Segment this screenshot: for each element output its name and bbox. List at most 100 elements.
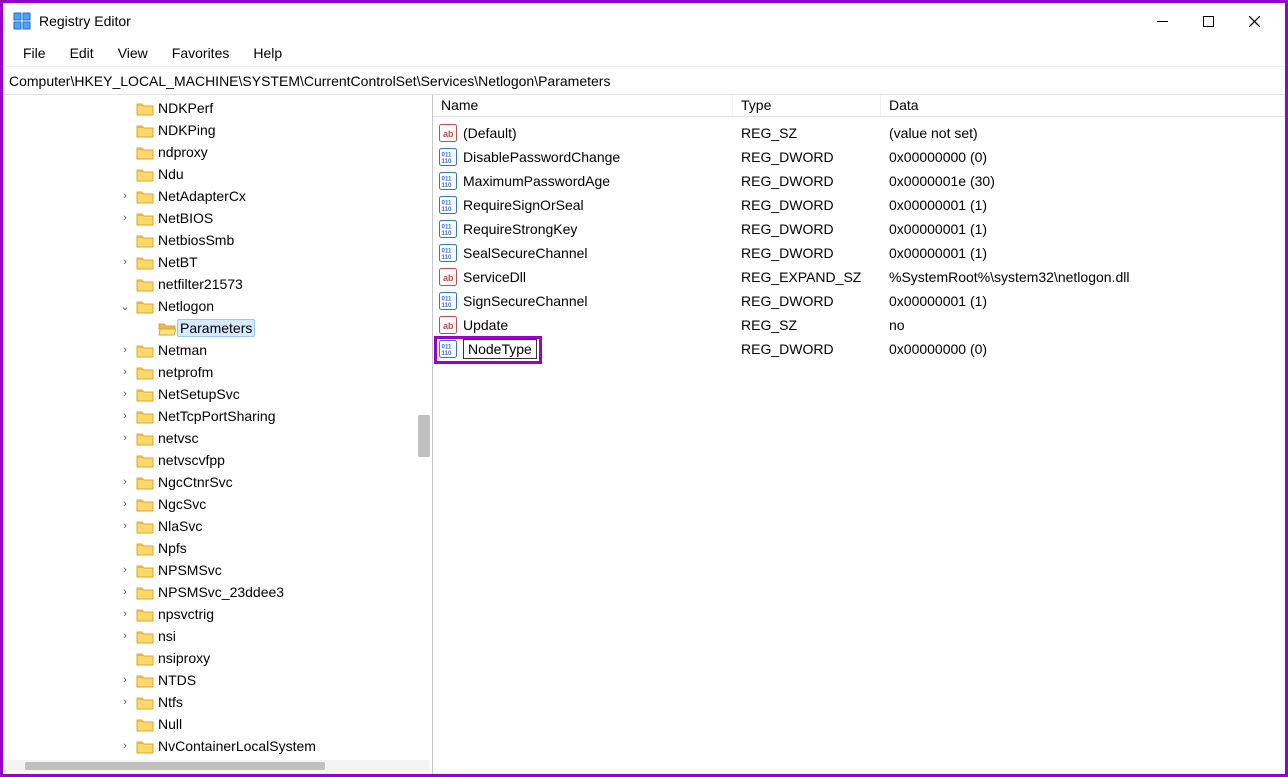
tree-vertical-scrollbar-thumb[interactable] bbox=[418, 415, 430, 457]
expand-chevron-icon[interactable] bbox=[118, 740, 132, 752]
tree-item-nettcpportsharing[interactable]: NetTcpPortSharing bbox=[118, 405, 432, 427]
column-header-type[interactable]: Type bbox=[733, 95, 881, 116]
expand-chevron-icon[interactable] bbox=[118, 366, 132, 378]
column-header-data[interactable]: Data bbox=[881, 95, 1285, 116]
expand-chevron-icon[interactable] bbox=[118, 586, 132, 598]
value-name-cell[interactable]: Update bbox=[433, 316, 733, 334]
value-row[interactable]: (Default)REG_SZ(value not set) bbox=[433, 121, 1285, 145]
value-name-cell[interactable]: DisablePasswordChange bbox=[433, 148, 733, 166]
value-type-cell: REG_SZ bbox=[733, 317, 881, 333]
tree-item-netvsc[interactable]: netvsc bbox=[118, 427, 432, 449]
menu-file[interactable]: File bbox=[11, 41, 58, 65]
tree-item-null[interactable]: Null bbox=[118, 713, 432, 735]
expand-chevron-icon[interactable] bbox=[118, 608, 132, 620]
expand-chevron-icon[interactable] bbox=[118, 432, 132, 444]
tree-item-netbt[interactable]: NetBT bbox=[118, 251, 432, 273]
maximize-button[interactable] bbox=[1185, 5, 1231, 37]
value-name-cell[interactable]: SealSecureChannel bbox=[433, 244, 733, 262]
expand-chevron-icon[interactable] bbox=[118, 674, 132, 686]
tree-item-npsmsvc_23ddee3[interactable]: NPSMSvc_23ddee3 bbox=[118, 581, 432, 603]
value-name-cell[interactable]: RequireStrongKey bbox=[433, 220, 733, 238]
menu-edit[interactable]: Edit bbox=[58, 41, 106, 65]
tree-item-netsetupsvc[interactable]: NetSetupSvc bbox=[118, 383, 432, 405]
value-name-cell[interactable]: SignSecureChannel bbox=[433, 292, 733, 310]
tree-horizontal-scrollbar[interactable] bbox=[5, 760, 430, 772]
expand-chevron-icon[interactable] bbox=[118, 476, 132, 488]
value-row[interactable]: UpdateREG_SZno bbox=[433, 313, 1285, 337]
value-row[interactable]: RequireStrongKeyREG_DWORD0x00000001 (1) bbox=[433, 217, 1285, 241]
expand-chevron-icon[interactable] bbox=[118, 388, 132, 400]
folder-icon bbox=[136, 738, 154, 754]
tree-item-ndu[interactable]: Ndu bbox=[118, 163, 432, 185]
tree-item-netfilter21573[interactable]: netfilter21573 bbox=[118, 273, 432, 295]
tree-item-npfs[interactable]: Npfs bbox=[118, 537, 432, 559]
address-bar[interactable]: Computer\HKEY_LOCAL_MACHINE\SYSTEM\Curre… bbox=[3, 67, 1285, 95]
tree-item-npsmsvc[interactable]: NPSMSvc bbox=[118, 559, 432, 581]
value-name-label: RequireSignOrSeal bbox=[463, 197, 584, 213]
reg-dword-icon bbox=[439, 172, 457, 190]
value-row[interactable]: RequireSignOrSealREG_DWORD0x00000001 (1) bbox=[433, 193, 1285, 217]
value-name-cell[interactable]: (Default) bbox=[433, 124, 733, 142]
expand-chevron-icon[interactable] bbox=[118, 300, 132, 313]
tree-scroll[interactable]: NDKPerfNDKPingndproxyNduNetAdapterCxNetB… bbox=[3, 95, 432, 758]
list-body[interactable]: (Default)REG_SZ(value not set)DisablePas… bbox=[433, 117, 1285, 774]
tree-item-nvcontainerlocalsystem[interactable]: NvContainerLocalSystem bbox=[118, 735, 432, 757]
tree-item-ntds[interactable]: NTDS bbox=[118, 669, 432, 691]
tree-item-label: netvsc bbox=[158, 430, 198, 446]
tree-item-nsiproxy[interactable]: nsiproxy bbox=[118, 647, 432, 669]
tree-item-ndproxy[interactable]: ndproxy bbox=[118, 141, 432, 163]
tree-item-netlogon[interactable]: Netlogon bbox=[118, 295, 432, 317]
close-button[interactable] bbox=[1231, 5, 1277, 37]
tree-item-ntfs[interactable]: Ntfs bbox=[118, 691, 432, 713]
tree-item-nlasvc[interactable]: NlaSvc bbox=[118, 515, 432, 537]
tree-item-ndkping[interactable]: NDKPing bbox=[118, 119, 432, 141]
minimize-button[interactable] bbox=[1139, 5, 1185, 37]
value-name-edit-input[interactable]: NodeType bbox=[463, 339, 537, 359]
tree-item-netprofm[interactable]: netprofm bbox=[118, 361, 432, 383]
menu-favorites[interactable]: Favorites bbox=[160, 41, 242, 65]
expand-chevron-icon[interactable] bbox=[118, 630, 132, 642]
expand-chevron-icon[interactable] bbox=[118, 212, 132, 224]
tree-item-parameters[interactable]: Parameters bbox=[140, 317, 432, 339]
value-row[interactable]: SealSecureChannelREG_DWORD0x00000001 (1) bbox=[433, 241, 1285, 265]
value-data-cell: 0x00000001 (1) bbox=[881, 221, 1285, 237]
folder-icon bbox=[136, 254, 154, 270]
tree-item-label: npsvctrig bbox=[158, 606, 214, 622]
expand-chevron-icon[interactable] bbox=[118, 498, 132, 510]
value-row[interactable]: MaximumPasswordAgeREG_DWORD0x0000001e (3… bbox=[433, 169, 1285, 193]
expand-chevron-icon[interactable] bbox=[118, 190, 132, 202]
value-name-cell[interactable]: RequireSignOrSeal bbox=[433, 196, 733, 214]
tree-item-ndkperf[interactable]: NDKPerf bbox=[118, 97, 432, 119]
tree-item-npsvctrig[interactable]: npsvctrig bbox=[118, 603, 432, 625]
value-type-cell: REG_DWORD bbox=[733, 293, 881, 309]
tree-item-ngcsvc[interactable]: NgcSvc bbox=[118, 493, 432, 515]
tree-item-netman[interactable]: Netman bbox=[118, 339, 432, 361]
value-name-cell[interactable]: NodeType bbox=[433, 339, 733, 359]
menu-view[interactable]: View bbox=[106, 41, 160, 65]
folder-icon bbox=[136, 298, 154, 314]
value-type-cell: REG_DWORD bbox=[733, 221, 881, 237]
value-name-cell[interactable]: MaximumPasswordAge bbox=[433, 172, 733, 190]
tree-horizontal-scrollbar-thumb[interactable] bbox=[25, 762, 325, 770]
value-row[interactable]: NodeTypeREG_DWORD0x00000000 (0) bbox=[433, 337, 1285, 361]
value-row[interactable]: DisablePasswordChangeREG_DWORD0x00000000… bbox=[433, 145, 1285, 169]
expand-chevron-icon[interactable] bbox=[118, 256, 132, 268]
expand-chevron-icon[interactable] bbox=[118, 564, 132, 576]
value-name-cell[interactable]: ServiceDll bbox=[433, 268, 733, 286]
expand-chevron-icon[interactable] bbox=[118, 696, 132, 708]
main-split: NDKPerfNDKPingndproxyNduNetAdapterCxNetB… bbox=[3, 95, 1285, 774]
tree-item-netvscvfpp[interactable]: netvscvfpp bbox=[118, 449, 432, 471]
expand-chevron-icon[interactable] bbox=[118, 410, 132, 422]
menu-help[interactable]: Help bbox=[241, 41, 294, 65]
tree-item-ngcctnrsvc[interactable]: NgcCtnrSvc bbox=[118, 471, 432, 493]
column-header-name[interactable]: Name bbox=[433, 95, 733, 116]
tree-item-nsi[interactable]: nsi bbox=[118, 625, 432, 647]
value-row[interactable]: ServiceDllREG_EXPAND_SZ%SystemRoot%\syst… bbox=[433, 265, 1285, 289]
tree-item-netadaptercx[interactable]: NetAdapterCx bbox=[118, 185, 432, 207]
tree-item-netbios[interactable]: NetBIOS bbox=[118, 207, 432, 229]
value-type-cell: REG_DWORD bbox=[733, 149, 881, 165]
value-row[interactable]: SignSecureChannelREG_DWORD0x00000001 (1) bbox=[433, 289, 1285, 313]
tree-item-netbiossmb[interactable]: NetbiosSmb bbox=[118, 229, 432, 251]
expand-chevron-icon[interactable] bbox=[118, 520, 132, 532]
expand-chevron-icon[interactable] bbox=[118, 344, 132, 356]
